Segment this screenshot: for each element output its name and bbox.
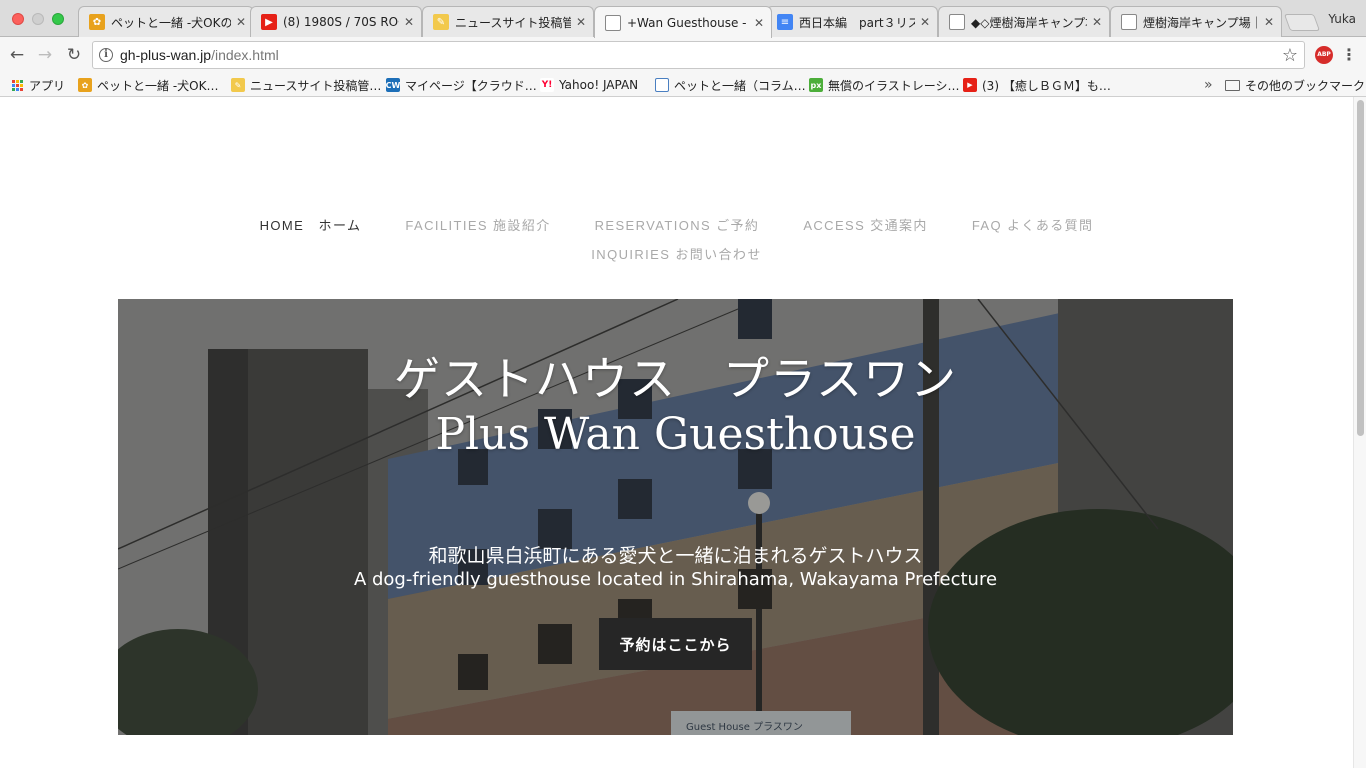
back-arrow-icon[interactable]: ← — [7, 45, 27, 65]
browser-tab[interactable]: 煙樹海岸キャンプ場｜釣 ✕ — [1110, 6, 1282, 37]
notepad-icon: ✎ — [433, 14, 449, 30]
bookmark-label: その他のブックマーク — [1245, 78, 1366, 93]
close-window-button[interactable] — [12, 13, 24, 25]
url-path: /index.html — [211, 47, 279, 63]
close-icon[interactable]: ✕ — [919, 15, 931, 29]
site-navigation: HOME ホーム FACILITIES 施設紹介 RESERVATIONS ご予… — [0, 215, 1353, 273]
other-bookmarks-folder[interactable]: その他のブックマーク — [1225, 76, 1365, 94]
bookmark-apps[interactable]: アプリ — [12, 76, 65, 94]
close-icon[interactable]: ✕ — [403, 15, 415, 29]
tab-title: 煙樹海岸キャンプ場｜釣 — [1143, 15, 1259, 30]
bookmark-label: (3) 【癒しＢＧＭ】も… — [982, 78, 1111, 93]
close-icon[interactable]: ✕ — [1263, 15, 1275, 29]
paw-icon: ✿ — [78, 78, 92, 92]
forward-arrow-icon[interactable]: → — [35, 45, 55, 65]
bookmark-item[interactable]: Y! Yahoo! JAPAN — [540, 76, 638, 94]
folder-icon — [1225, 79, 1240, 91]
browser-toolbar: ← → ↻ i gh-plus-wan.jp/index.html ☆ ABP … — [0, 37, 1366, 73]
paw-icon: ✿ — [89, 14, 105, 30]
hero-title-jp: ゲストハウス プラスワン — [393, 352, 958, 406]
maximize-window-button[interactable] — [52, 13, 64, 25]
bookmark-label: マイページ【クラウド… — [405, 78, 537, 93]
profile-name[interactable]: Yuka — [1328, 12, 1356, 26]
bookmark-label: Yahoo! JAPAN — [559, 78, 639, 92]
nav-link-access[interactable]: ACCESS 交通案内 — [803, 215, 927, 234]
tab-title: ペットと一緒 -犬OKの — [111, 15, 231, 30]
tab-title: +Wan Guesthouse - — [627, 15, 747, 30]
tab-strip: ✿ ペットと一緒 -犬OKの ✕ ▶ (8) 1980S / 70S ROC ✕… — [0, 0, 1366, 38]
browser-tab[interactable]: ◆◇煙樹海岸キャンプ場 ✕ — [938, 6, 1110, 37]
tab-title: 西日本編 part３リス — [799, 15, 915, 30]
site-nav-row: HOME ホーム FACILITIES 施設紹介 RESERVATIONS ご予… — [0, 215, 1353, 234]
reserve-button[interactable]: 予約はここから — [599, 618, 752, 670]
page-icon — [605, 14, 621, 31]
close-icon[interactable]: ✕ — [235, 15, 247, 29]
docs-icon: ≡ — [777, 14, 793, 30]
close-icon[interactable]: ✕ — [575, 15, 587, 29]
browser-tab-active[interactable]: +Wan Guesthouse - ✕ — [594, 6, 772, 38]
nav-link-facilities[interactable]: FACILITIES 施設紹介 — [405, 215, 550, 234]
browser-tab[interactable]: ✎ ニュースサイト投稿管理 ✕ — [422, 6, 594, 37]
bookmarks-bar: アプリ ✿ ペットと一緒 -犬OK… ✎ ニュースサイト投稿管… CW マイペー… — [0, 73, 1366, 97]
hero-subtitle-en: A dog-friendly guesthouse located in Shi… — [353, 569, 998, 590]
new-tab-button[interactable] — [1283, 14, 1321, 31]
close-icon[interactable]: ✕ — [1091, 15, 1103, 29]
address-bar[interactable]: i gh-plus-wan.jp/index.html ☆ — [92, 41, 1305, 69]
notepad-icon: ✎ — [231, 78, 245, 92]
px-icon: px — [809, 78, 823, 92]
bookmark-label: ペットと一緒（コラム… — [674, 78, 806, 93]
url-text[interactable]: gh-plus-wan.jp/index.html — [120, 47, 279, 63]
nav-link-home[interactable]: HOME ホーム — [260, 215, 362, 234]
bookmark-label: ペットと一緒 -犬OK… — [97, 78, 219, 93]
reload-icon[interactable]: ↻ — [64, 45, 84, 65]
bookmark-item[interactable]: ▶ (3) 【癒しＢＧＭ】も… — [963, 76, 1111, 94]
youtube-icon: ▶ — [261, 14, 277, 30]
page-icon — [949, 14, 965, 30]
page-icon — [1121, 14, 1137, 30]
layout-icon — [655, 78, 669, 92]
close-icon[interactable]: ✕ — [753, 16, 765, 30]
bookmark-label: ニュースサイト投稿管… — [250, 78, 382, 93]
info-icon[interactable]: i — [99, 48, 113, 62]
nav-link-inquiries[interactable]: INQUIRIES お問い合わせ — [591, 244, 761, 263]
nav-link-faq[interactable]: FAQ よくある質問 — [972, 215, 1094, 234]
page-viewport: HOME ホーム FACILITIES 施設紹介 RESERVATIONS ご予… — [0, 97, 1353, 768]
scrollbar-thumb[interactable] — [1357, 100, 1364, 436]
browser-tab[interactable]: ▶ (8) 1980S / 70S ROC ✕ — [250, 6, 422, 37]
minimize-window-button[interactable] — [32, 13, 44, 25]
bookmark-label: 無償のイラストレーシ… — [828, 78, 960, 93]
yahoo-icon: Y! — [540, 78, 554, 92]
url-host: gh-plus-wan.jp — [120, 47, 212, 63]
apps-icon — [12, 79, 23, 91]
adblock-plus-icon[interactable]: ABP — [1315, 46, 1333, 64]
browser-tab[interactable]: ≡ 西日本編 part３リス ✕ — [766, 6, 938, 37]
youtube-icon: ▶ — [963, 78, 977, 92]
bookmark-item[interactable]: CW マイページ【クラウド… — [386, 76, 537, 94]
bookmarks-overflow-button[interactable]: » — [1204, 76, 1213, 94]
hero-banner: Guest House プラスワン ゲストハウス プラスワン Plus Wan … — [118, 299, 1233, 735]
kebab-menu-icon[interactable]: ⋮ — [1341, 45, 1357, 64]
bookmark-item[interactable]: ペットと一緒（コラム… — [655, 76, 806, 94]
hero-subtitle-jp: 和歌山県白浜町にある愛犬と一緒に泊まれるゲストハウス — [428, 545, 923, 567]
page-scrollbar[interactable] — [1353, 97, 1366, 768]
tab-title: ◆◇煙樹海岸キャンプ場 — [971, 15, 1087, 30]
nav-link-reservations[interactable]: RESERVATIONS ご予約 — [595, 215, 760, 234]
tab-title: (8) 1980S / 70S ROC — [283, 15, 399, 29]
cw-icon: CW — [386, 78, 400, 92]
browser-tab[interactable]: ✿ ペットと一緒 -犬OKの ✕ — [78, 6, 254, 37]
bookmark-item[interactable]: ✎ ニュースサイト投稿管… — [231, 76, 381, 94]
tab-title: ニュースサイト投稿管理 — [455, 15, 571, 30]
bookmark-label: アプリ — [29, 78, 66, 93]
hero-title-en: Plus Wan Guesthouse — [435, 409, 916, 460]
bookmark-item[interactable]: ✿ ペットと一緒 -犬OK… — [78, 76, 218, 94]
bookmark-item[interactable]: px 無償のイラストレーシ… — [809, 76, 960, 94]
site-nav-row: INQUIRIES お問い合わせ — [0, 244, 1353, 263]
bookmark-star-icon[interactable]: ☆ — [1282, 45, 1298, 66]
